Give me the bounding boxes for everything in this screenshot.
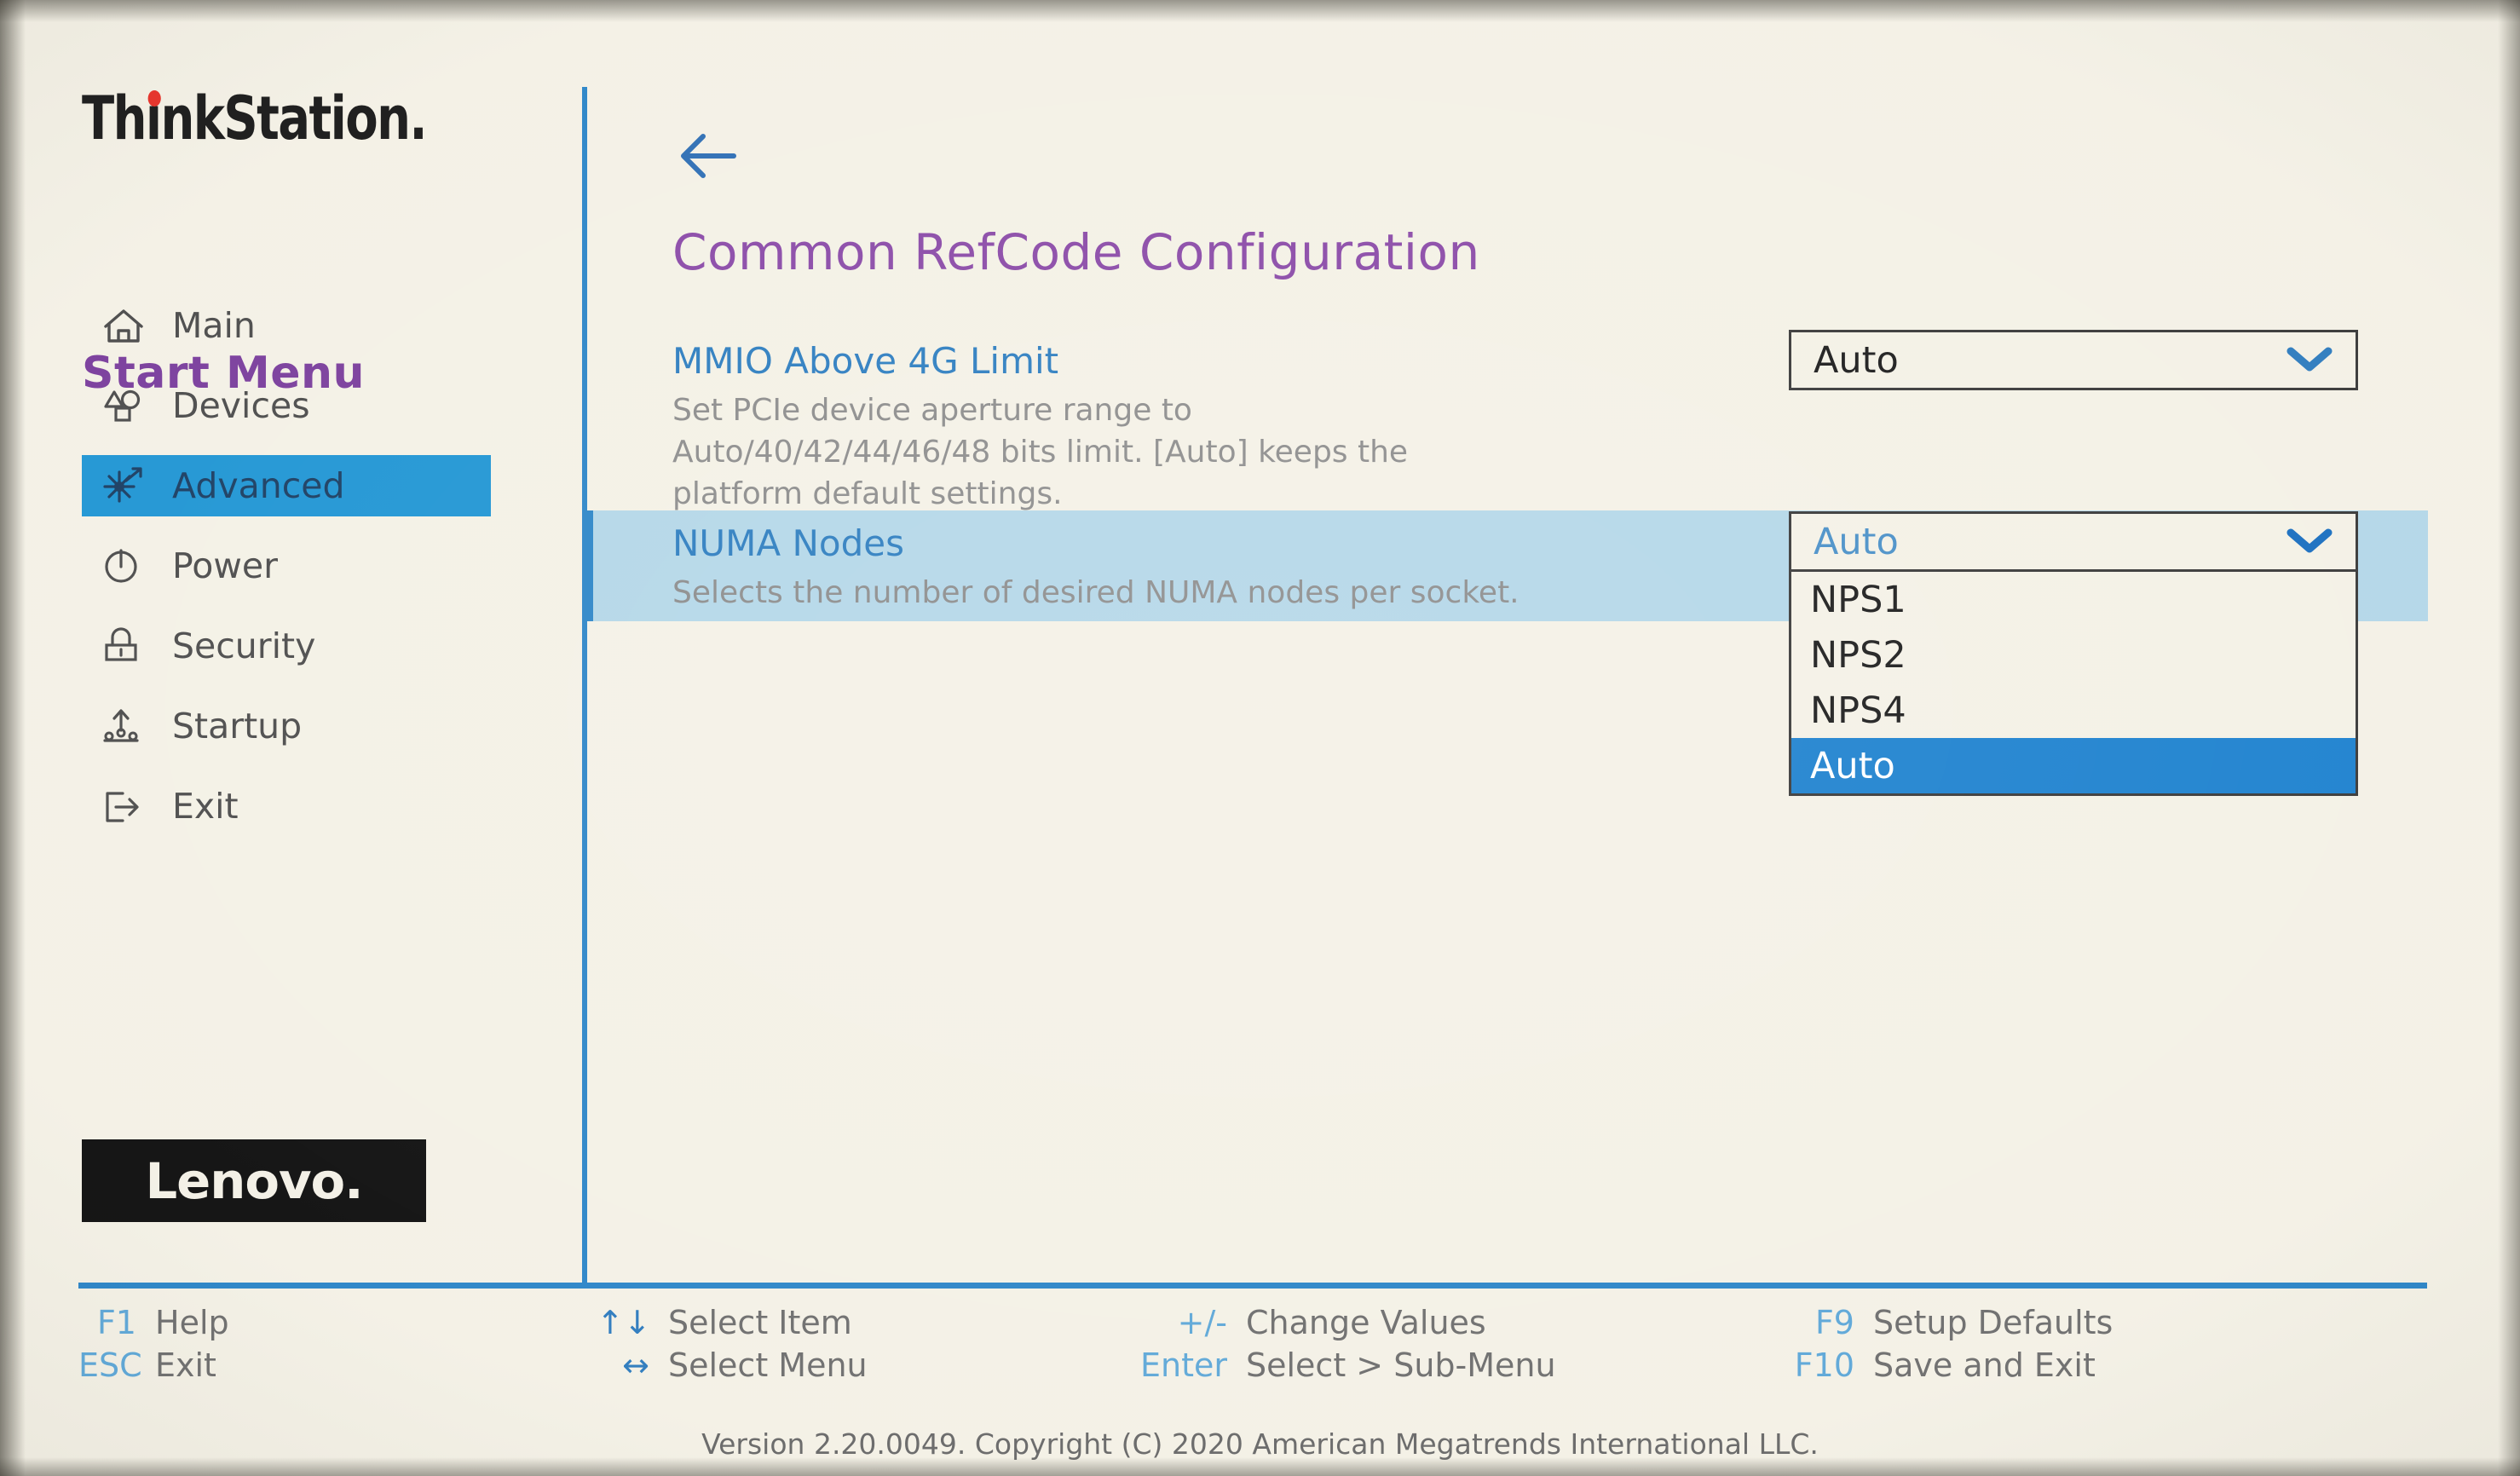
exit-icon — [102, 784, 150, 828]
setting-label: MMIO Above 4G Limit — [672, 340, 1059, 382]
thinkstation-logo: ThinkStation. — [82, 84, 428, 153]
hint-f9-setup-defaults: F9 Setup Defaults — [1781, 1304, 2113, 1341]
hint-label: Save and Exit — [1873, 1346, 2096, 1384]
hint-leftright-select-menu: ↔ Select Menu — [597, 1346, 868, 1384]
home-icon — [102, 303, 150, 348]
asterisk-arrow-icon — [102, 464, 150, 508]
dropdown-mmio-above-4g-limit[interactable]: Auto — [1789, 330, 2358, 390]
sidebar-item-label: Main — [172, 305, 256, 346]
sidebar-item-power[interactable]: Power — [82, 535, 491, 597]
hint-key: +/- — [1177, 1304, 1227, 1341]
sidebar-item-label: Power — [172, 545, 278, 586]
dropdown-option-nps2[interactable]: NPS2 — [1791, 627, 2356, 683]
setting-label: NUMA Nodes — [672, 522, 904, 564]
dropdown-option-nps4[interactable]: NPS4 — [1791, 683, 2356, 738]
hint-enter-select-submenu: Enter Select > Sub-Menu — [1133, 1346, 1556, 1384]
left-right-arrows-icon: ↔ — [622, 1346, 649, 1384]
hint-label: Select Item — [668, 1304, 852, 1341]
chevron-down-icon — [2286, 344, 2333, 377]
page-title: Common RefCode Configuration — [672, 223, 1480, 281]
hint-label: Change Values — [1246, 1304, 1486, 1341]
power-icon — [102, 544, 150, 588]
sidebar-item-startup[interactable]: Startup — [82, 695, 491, 757]
sidebar-item-security[interactable]: Security — [82, 615, 491, 677]
sidebar-item-label: Security — [172, 626, 316, 666]
sidebar-item-advanced[interactable]: Advanced — [82, 455, 491, 516]
hint-esc-exit: ESC Exit — [78, 1346, 216, 1384]
setting-description-line: Set PCIe device aperture range to — [672, 393, 1192, 428]
sidebar-divider — [582, 87, 587, 1286]
sidebar: ThinkStation. Start Menu Main Devices Ad… — [0, 0, 582, 1286]
dropdown-numa-nodes[interactable]: Auto — [1789, 511, 2358, 572]
hint-updown-select-item: ↑↓ Select Item — [597, 1304, 852, 1341]
chevron-down-icon — [2286, 526, 2333, 558]
version-copyright: Version 2.20.0049. Copyright (C) 2020 Am… — [701, 1427, 1819, 1461]
thinkstation-logo-text-b: nkStation. — [160, 84, 427, 153]
sidebar-item-label: Startup — [172, 706, 303, 747]
setting-description: Set PCIe device aperture range to Auto/4… — [672, 389, 1567, 515]
hint-label: Help — [155, 1304, 229, 1341]
dropdown-value: Auto — [1814, 338, 1899, 382]
hint-key: Enter — [1140, 1346, 1227, 1384]
up-down-arrows-icon: ↑↓ — [597, 1304, 651, 1341]
screen-edge-bottom — [0, 1457, 2520, 1476]
hint-label: Select Menu — [668, 1346, 868, 1384]
hint-plusminus-change-values: +/- Change Values — [1133, 1304, 1486, 1341]
sidebar-item-main[interactable]: Main — [82, 295, 491, 356]
screen-edge-right — [2498, 0, 2520, 1476]
hint-label: Exit — [155, 1346, 216, 1384]
hint-f1-help: F1 Help — [78, 1304, 229, 1341]
dropdown-value: Auto — [1814, 520, 1899, 563]
startup-icon — [102, 704, 150, 748]
dropdown-option-nps1[interactable]: NPS1 — [1791, 572, 2356, 627]
hint-key: F9 — [1814, 1304, 1854, 1341]
sidebar-item-label: Advanced — [172, 465, 345, 506]
hint-key: ESC — [78, 1346, 142, 1384]
sidebar-item-label: Exit — [172, 786, 239, 827]
setting-description-line: platform default settings. — [672, 476, 1063, 511]
screen-edge-top — [0, 0, 2520, 22]
bios-setup-screen: ThinkStation. Start Menu Main Devices Ad… — [0, 0, 2520, 1476]
lenovo-logo: Lenovo. — [82, 1139, 426, 1222]
hint-label: Setup Defaults — [1873, 1304, 2113, 1341]
dropdown-option-auto[interactable]: Auto — [1791, 738, 2356, 793]
setting-description: Selects the number of desired NUMA nodes… — [672, 572, 1695, 614]
thinkstation-logo-dot-i: i — [145, 84, 162, 153]
lenovo-logo-text: Lenovo. — [145, 1151, 363, 1210]
sidebar-item-label: Devices — [172, 385, 310, 426]
thinkstation-logo-text-a: Th — [82, 84, 147, 153]
dropdown-numa-nodes-options[interactable]: NPS1 NPS2 NPS4 Auto — [1789, 572, 2358, 796]
hint-key: F1 — [96, 1304, 136, 1341]
back-arrow-icon[interactable] — [672, 119, 746, 193]
sidebar-item-exit[interactable]: Exit — [82, 775, 491, 837]
screen-edge-left — [0, 0, 26, 1476]
hint-label: Select > Sub-Menu — [1246, 1346, 1556, 1384]
sidebar-item-devices[interactable]: Devices — [82, 375, 491, 436]
lock-icon — [102, 624, 150, 668]
main-content: Common RefCode Configuration MMIO Above … — [587, 0, 2520, 1283]
footer-divider — [78, 1283, 2427, 1289]
setting-description-line: Selects the number of desired NUMA nodes… — [672, 575, 1519, 610]
hint-key: F10 — [1794, 1346, 1854, 1384]
shapes-icon — [102, 383, 150, 428]
hint-f10-save-and-exit: F10 Save and Exit — [1781, 1346, 2096, 1384]
setting-description-line: Auto/40/42/44/46/48 bits limit. [Auto] k… — [672, 435, 1409, 470]
